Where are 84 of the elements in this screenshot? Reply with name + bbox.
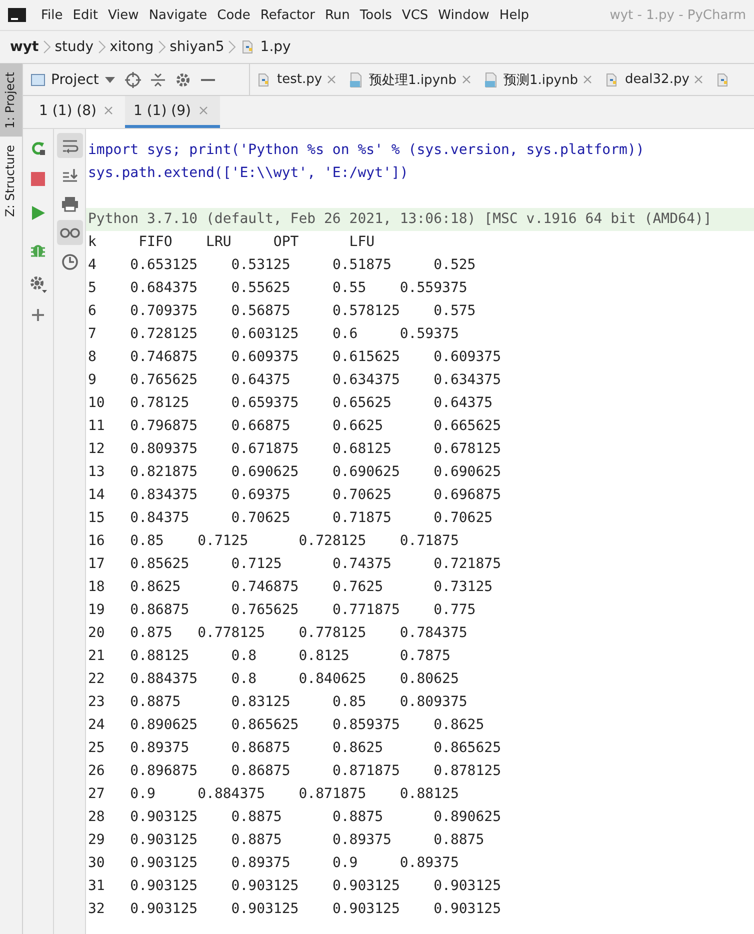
chevron-icon bbox=[42, 40, 51, 54]
caret-icon bbox=[104, 76, 115, 82]
output-line: 30 0.903125 0.89375 0.9 0.89375 bbox=[87, 854, 460, 873]
console-tab[interactable]: 1 (1) (8) bbox=[31, 96, 126, 128]
chevron-icon bbox=[158, 40, 166, 54]
output-line: 21 0.88125 0.8 0.8125 0.7875 bbox=[87, 647, 452, 666]
chevron-icon bbox=[228, 40, 236, 54]
breadcrumb-item[interactable]: xitong bbox=[110, 39, 154, 55]
output-line: 24 0.890625 0.865625 0.859375 0.8625 bbox=[87, 716, 486, 735]
output-line: 14 0.834375 0.69375 0.70625 0.696875 bbox=[87, 486, 502, 505]
output-line: 31 0.903125 0.903125 0.903125 0.903125 bbox=[87, 877, 502, 896]
close-icon[interactable] bbox=[694, 75, 704, 84]
output-line: 7 0.728125 0.603125 0.6 0.59375 bbox=[87, 325, 460, 344]
code-line: sys.path.extend(['E:\\wyt', 'E:/wyt']) bbox=[87, 164, 410, 183]
menu-item[interactable]: Navigate bbox=[144, 8, 212, 22]
output-line: 6 0.709375 0.56875 0.578125 0.575 bbox=[87, 302, 477, 321]
history-icon[interactable] bbox=[60, 252, 78, 270]
menu-item[interactable]: View bbox=[102, 8, 144, 22]
minimize-icon[interactable] bbox=[200, 78, 215, 82]
breadcrumb-item[interactable]: 1.py bbox=[240, 39, 291, 55]
output-line: 22 0.884375 0.8 0.840625 0.80625 bbox=[87, 670, 460, 689]
code-line: import sys; print('Python %s on %s' % (sys.version, sys.platform)) bbox=[87, 141, 646, 160]
output-line: 29 0.903125 0.8875 0.89375 0.8875 bbox=[87, 831, 486, 850]
menu-item[interactable]: Code bbox=[212, 8, 256, 22]
output-line: 8 0.746875 0.609375 0.615625 0.609375 bbox=[87, 348, 502, 367]
output-line: 18 0.8625 0.746875 0.7625 0.73125 bbox=[87, 578, 494, 597]
menu-item[interactable]: Edit bbox=[68, 8, 103, 22]
output-line: 32 0.903125 0.903125 0.903125 0.903125 bbox=[87, 900, 502, 919]
output-line: 26 0.896875 0.86875 0.871875 0.878125 bbox=[87, 762, 502, 781]
scroll-to-end-icon[interactable] bbox=[60, 166, 78, 182]
close-icon[interactable] bbox=[462, 75, 470, 84]
output-line: 16 0.85 0.7125 0.728125 0.71875 bbox=[87, 532, 460, 551]
output-line: 5 0.684375 0.55625 0.55 0.559375 bbox=[87, 279, 468, 298]
output-line: 12 0.809375 0.671875 0.68125 0.678125 bbox=[87, 440, 502, 459]
output-line: 11 0.796875 0.66875 0.6625 0.665625 bbox=[87, 417, 502, 436]
close-icon[interactable] bbox=[582, 75, 592, 84]
close-icon[interactable] bbox=[198, 106, 208, 115]
menu-item[interactable]: VCS bbox=[396, 8, 434, 22]
output-line: 15 0.84375 0.70625 0.71875 0.70625 bbox=[87, 509, 494, 528]
console-banner: Python 3.7.10 (default, Feb 26 2021, 13:06:18) [MSC v.1916 64 bit (AMD64)] bbox=[86, 208, 754, 231]
glasses-icon[interactable] bbox=[60, 226, 80, 238]
output-line: 13 0.821875 0.690625 0.690625 0.690625 bbox=[87, 463, 502, 482]
settings-icon[interactable] bbox=[174, 72, 191, 88]
window-icon bbox=[31, 74, 45, 86]
menu-item[interactable]: Window bbox=[433, 8, 494, 22]
editor-tab[interactable]: 预测1.ipynb bbox=[476, 64, 598, 95]
output-line: 25 0.89375 0.86875 0.8625 0.865625 bbox=[87, 739, 502, 758]
window-title: wyt - 1.py - PyCharm bbox=[610, 8, 746, 22]
output-line: 10 0.78125 0.659375 0.65625 0.64375 bbox=[87, 394, 494, 413]
menu-item[interactable]: Help bbox=[494, 8, 534, 22]
printer-icon[interactable] bbox=[60, 196, 78, 212]
close-icon[interactable] bbox=[327, 75, 336, 84]
output-line: 28 0.903125 0.8875 0.8875 0.890625 bbox=[87, 808, 502, 827]
close-icon[interactable] bbox=[104, 106, 114, 115]
notebook-file-icon bbox=[348, 72, 364, 88]
breadcrumb-item[interactable]: study bbox=[54, 39, 94, 55]
editor-tab[interactable]: deal32.py bbox=[598, 64, 710, 95]
tool-window-tab[interactable]: 1: Project bbox=[0, 64, 22, 137]
editor-tab[interactable]: test.py bbox=[250, 64, 342, 95]
settings-icon[interactable] bbox=[29, 274, 47, 294]
output-line: 27 0.9 0.884375 0.871875 0.88125 bbox=[87, 785, 460, 804]
output-line: 23 0.8875 0.83125 0.85 0.809375 bbox=[87, 693, 468, 712]
menu-item[interactable]: Refactor bbox=[255, 8, 320, 22]
output-line: k FIFO LRU OPT LFU bbox=[87, 233, 376, 252]
output-line: 20 0.875 0.778125 0.778125 0.784375 bbox=[87, 624, 468, 643]
locate-icon[interactable] bbox=[124, 72, 141, 88]
menu-item[interactable]: File bbox=[36, 8, 68, 22]
notebook-file-icon bbox=[482, 72, 498, 88]
output-line: 19 0.86875 0.765625 0.771875 0.775 bbox=[87, 601, 477, 620]
editor-tab[interactable]: 预处理1.ipynb bbox=[342, 64, 476, 95]
breadcrumb-item[interactable]: shiyan5 bbox=[170, 39, 224, 55]
console-tab[interactable]: 1 (1) (9) bbox=[125, 96, 220, 128]
output-line: 4 0.653125 0.53125 0.51875 0.525 bbox=[87, 256, 477, 275]
collapse-icon[interactable] bbox=[150, 72, 165, 88]
project-view-selector[interactable]: Project bbox=[31, 72, 115, 88]
breadcrumb-item[interactable]: wyt bbox=[10, 39, 39, 55]
output-line: 9 0.765625 0.64375 0.634375 0.634375 bbox=[87, 371, 502, 390]
soft-wrap-icon[interactable] bbox=[60, 138, 78, 154]
menu-item[interactable]: Tools bbox=[354, 8, 397, 22]
menu-item[interactable]: Run bbox=[320, 8, 355, 22]
tool-window-tab[interactable]: Z: Structure bbox=[0, 136, 22, 224]
output-line: 17 0.85625 0.7125 0.74375 0.721875 bbox=[87, 555, 502, 574]
chevron-icon bbox=[98, 40, 106, 54]
app-icon bbox=[8, 8, 26, 22]
